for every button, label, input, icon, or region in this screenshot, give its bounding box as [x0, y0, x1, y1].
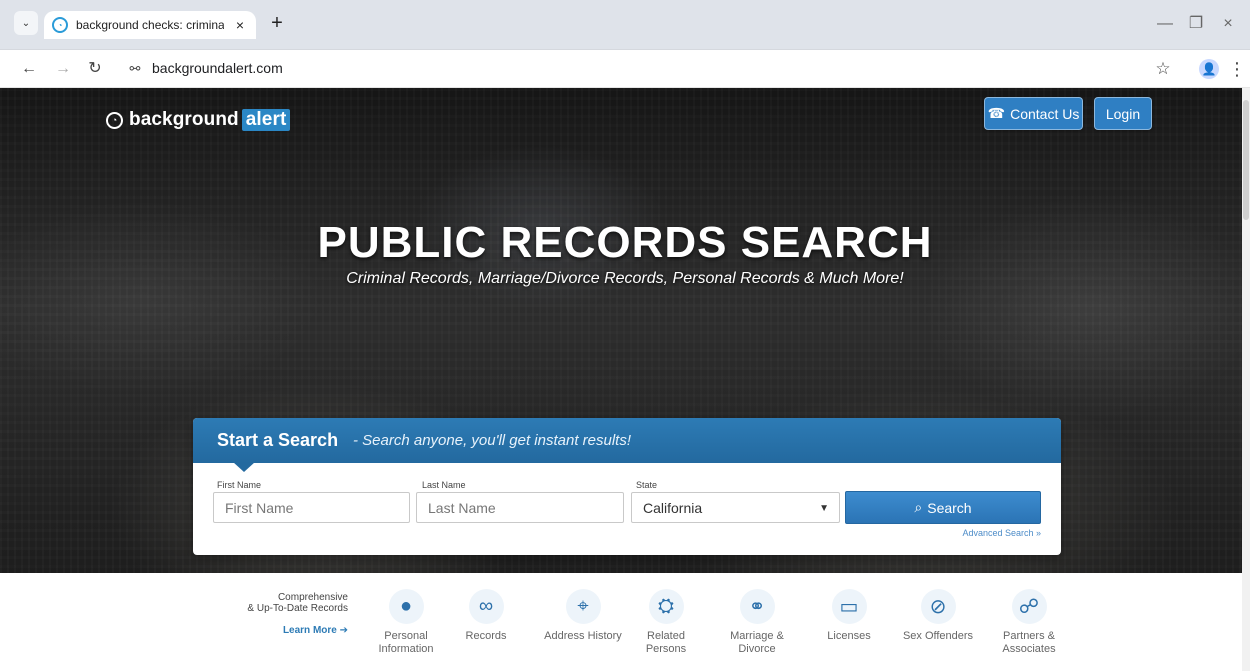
feature-strip: Comprehensive & Up-To-Date Records Learn…: [0, 573, 1250, 671]
rings-icon: ⚭: [739, 589, 775, 624]
new-tab-button[interactable]: +: [266, 13, 288, 36]
reload-icon[interactable]: ↻: [84, 58, 106, 80]
site-info-icon[interactable]: ⚯: [124, 58, 146, 80]
feature-label: Records: [465, 630, 507, 642]
scrollbar-thumb[interactable]: [1243, 100, 1249, 220]
back-icon[interactable]: ←: [18, 58, 40, 80]
brand-accent-text: alert: [241, 109, 291, 131]
login-button[interactable]: Login: [1094, 97, 1152, 130]
site-favicon-icon: ◔: [52, 17, 68, 33]
advanced-search-link[interactable]: Advanced Search »: [962, 528, 1041, 538]
feature-label: Sex Offenders: [902, 630, 974, 642]
features-intro-line1: Comprehensive: [277, 592, 348, 603]
license-icon: ▭: [831, 589, 867, 624]
tab-search-menu-icon[interactable]: ⌄: [14, 11, 38, 35]
forward-icon[interactable]: →: [52, 58, 74, 80]
search-panel-title: Start a Search: [217, 430, 339, 450]
feature-address-history[interactable]: ⌖ Address History: [543, 589, 623, 643]
search-panel-subtitle: - Search anyone, you'll get instant resu…: [353, 432, 632, 449]
features-intro-line2: & Up-To-Date Records: [247, 603, 348, 614]
hero-section: ◔ background alert ☎ Contact Us Login PUB…: [0, 88, 1250, 573]
first-name-input[interactable]: First Name: [213, 492, 410, 523]
search-button[interactable]: ⌕ Search: [845, 491, 1041, 524]
contact-us-label: Contact Us: [1010, 105, 1080, 122]
first-name-label: First Name: [217, 480, 262, 490]
close-tab-icon[interactable]: ×: [232, 17, 248, 33]
location-icon: ⌖: [565, 589, 601, 624]
chevron-down-icon: ▼: [819, 502, 829, 514]
handcuffs-icon: ∞: [468, 589, 504, 624]
feature-label: Partners & Associates: [1002, 630, 1056, 655]
site-logo[interactable]: ◔ background alert: [106, 109, 291, 131]
address-bar[interactable]: backgroundalert.com: [152, 60, 283, 76]
search-icon: ⌕: [914, 499, 923, 515]
feature-related-persons[interactable]: ⛭ Related Persons: [626, 589, 706, 656]
state-label: State: [636, 480, 658, 490]
profile-avatar-icon[interactable]: 👤: [1199, 59, 1219, 79]
close-window-icon[interactable]: ×: [1217, 14, 1239, 36]
browser-window: ⌄ ◔ background checks: criminal, ar × + …: [0, 0, 1250, 671]
feature-marriage-divorce[interactable]: ⚭ Marriage & Divorce: [717, 589, 797, 656]
feature-sex-offenders[interactable]: ⊘ Sex Offenders: [898, 589, 978, 643]
restore-icon[interactable]: ❐: [1185, 14, 1207, 36]
last-name-input[interactable]: Last Name: [416, 492, 624, 523]
feature-licenses[interactable]: ▭ Licenses: [809, 589, 889, 643]
phone-icon: ☎: [987, 105, 1006, 121]
tab-strip: ⌄ ◔ background checks: criminal, ar × + …: [0, 0, 1250, 50]
search-panel-header: Start a Search - Search anyone, you'll g…: [193, 418, 1061, 463]
associates-icon: ☍: [1011, 589, 1047, 624]
hero-title: PUBLIC RECORDS SEARCH: [317, 218, 933, 267]
last-name-label: Last Name: [422, 480, 466, 490]
offender-icon: ⊘: [920, 589, 956, 624]
active-tab[interactable]: ◔ background checks: criminal, ar ×: [44, 11, 256, 39]
feature-label: Personal Information: [378, 630, 434, 655]
search-panel-pointer: [233, 462, 255, 472]
person-icon: ●: [388, 589, 424, 624]
browser-toolbar: ← → ↻ ⚯ backgroundalert.com ☆ 👤 ⋮: [0, 50, 1250, 88]
feature-partners-associates[interactable]: ☍ Partners & Associates: [989, 589, 1069, 656]
feature-label: Licenses: [827, 630, 871, 642]
features-intro: Comprehensive & Up-To-Date Records Learn…: [216, 592, 348, 636]
family-icon: ⛭: [648, 589, 684, 624]
learn-more-link[interactable]: Learn More ➔: [216, 625, 348, 636]
logo-icon: ◔: [106, 111, 123, 129]
feature-records[interactable]: ∞ Records: [446, 589, 526, 643]
state-select[interactable]: California ▼: [631, 492, 840, 523]
tab-title: background checks: criminal, ar: [76, 18, 224, 32]
minimize-icon[interactable]: —: [1154, 14, 1176, 36]
brand-name: background alert: [129, 109, 291, 131]
feature-label: Marriage & Divorce: [730, 630, 784, 655]
feature-label: Related Persons: [645, 630, 687, 655]
feature-label: Address History: [544, 630, 622, 642]
brand-main-text: background: [129, 109, 239, 130]
hero-subtitle: Criminal Records, Marriage/Divorce Recor…: [346, 270, 904, 287]
search-button-label: Search: [927, 499, 972, 516]
browser-menu-icon[interactable]: ⋮: [1228, 57, 1246, 81]
state-select-value: California: [643, 499, 703, 516]
feature-personal-information[interactable]: ● Personal Information: [366, 589, 446, 656]
search-panel: Start a Search - Search anyone, you'll g…: [193, 418, 1061, 555]
page-scrollbar[interactable]: [1242, 88, 1250, 671]
contact-us-button[interactable]: ☎ Contact Us: [984, 97, 1083, 130]
bookmark-star-icon[interactable]: ☆: [1152, 58, 1174, 80]
